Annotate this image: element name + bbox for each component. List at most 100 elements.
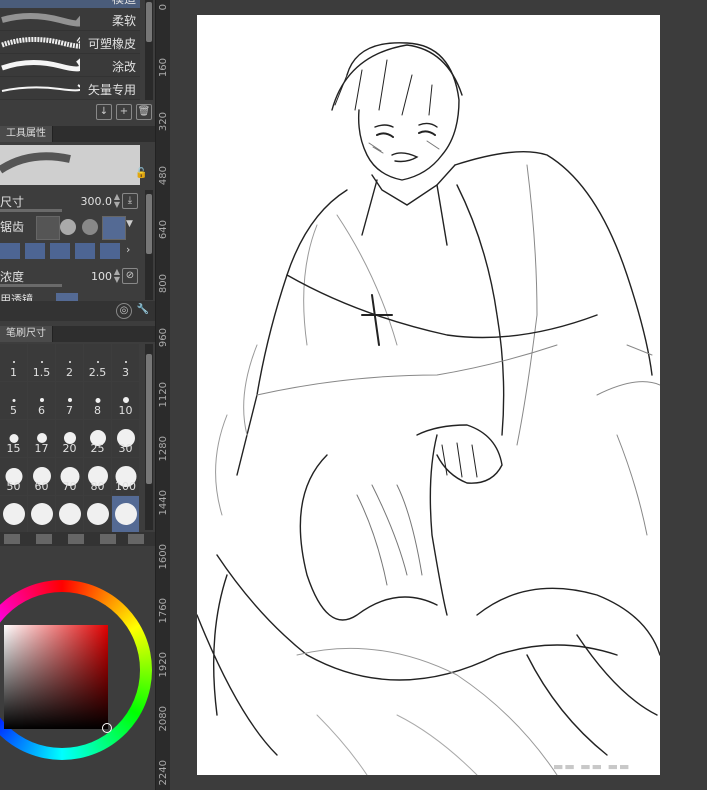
brush-size-cell[interactable]: 2 (56, 344, 83, 381)
import-icon[interactable]: ↓ (96, 104, 112, 120)
stabilizer-label: 用透镜 (0, 293, 33, 301)
chevron-down-icon[interactable]: ▼ (126, 219, 133, 229)
density-spinner-icon[interactable]: ▲ ▼ (114, 268, 120, 284)
size-dynamics-icon[interactable]: ⤓ (122, 193, 138, 209)
lock-icon[interactable]: 🔓 (135, 168, 147, 179)
brush-size-dot (68, 361, 71, 363)
size-spinner-icon[interactable]: ▲ ▼ (114, 193, 120, 209)
ruler-tick-label: 1120 (158, 382, 169, 408)
color-cursor[interactable] (102, 723, 112, 733)
brush-label: 涂改 (111, 60, 136, 74)
brush-size-cell[interactable]: 17 (28, 420, 55, 457)
brush-size-cell[interactable] (112, 496, 139, 533)
density-value[interactable]: 100 (91, 270, 112, 283)
drawing-canvas[interactable] (197, 15, 660, 775)
brush-size-cell[interactable]: 80 (84, 458, 111, 495)
brush-item-eraser[interactable]: 可塑橡皮 (0, 31, 140, 54)
ruler-tick-label: 1440 (158, 490, 169, 516)
ruler-tick-label: 800 (158, 274, 169, 294)
ruler-tick-label: 2080 (158, 706, 169, 732)
wrench-icon[interactable]: 🔧 (136, 303, 150, 317)
texture-swatch[interactable] (75, 243, 95, 259)
tool-property-footer: ◎ 🔧 (0, 301, 155, 321)
ruler-tick-label: 2240 (158, 760, 169, 786)
texture-swatch[interactable] (100, 243, 120, 259)
brush-size-cell[interactable] (84, 496, 111, 533)
navigator-icon[interactable] (68, 534, 84, 544)
brush-size-cell[interactable]: 60 (28, 458, 55, 495)
brush-label: 矢量专用 (87, 83, 136, 97)
texture-swatch[interactable] (25, 243, 45, 259)
brush-size-cell[interactable]: 8 (84, 382, 111, 419)
brush-item-correction[interactable]: 涂改 (0, 54, 140, 77)
brush-size-label: 8 (94, 404, 101, 417)
brush-size-cell[interactable]: 25 (84, 420, 111, 457)
antialias-weak-button[interactable] (60, 219, 76, 235)
brush-size-cell[interactable]: 15 (0, 420, 27, 457)
material-icon[interactable] (100, 534, 116, 544)
brush-size-cell[interactable]: 70 (56, 458, 83, 495)
brush-size-label: 10 (118, 404, 133, 417)
brush-size-cell[interactable]: 2.5 (84, 344, 111, 381)
vertical-ruler: 0 160 320 480 640 800 960 1120 1280 1440 1600 1760 1… (155, 0, 171, 790)
brush-size-dot (96, 361, 99, 363)
brush-size-label: 50 (6, 480, 21, 493)
texture-swatch[interactable] (50, 243, 70, 259)
brush-stroke-preview (1, 13, 80, 27)
ruler-tick-label: 1760 (158, 598, 169, 624)
brush-label: 可塑橡皮 (87, 37, 136, 51)
property-icon[interactable] (36, 534, 52, 544)
saturation-value-square[interactable] (4, 625, 108, 729)
panel-toolbar (0, 532, 155, 546)
brush-size-cell[interactable]: 10 (112, 382, 139, 419)
duplicate-icon[interactable]: + (116, 104, 132, 120)
brush-size-cell[interactable]: 1.5 (28, 344, 55, 381)
brush-size-label: 1 (10, 366, 17, 379)
brush-size-cell[interactable] (0, 496, 27, 533)
size-slider[interactable] (0, 209, 62, 212)
brush-size-cell[interactable]: 5 (0, 382, 27, 419)
brush-item-soft[interactable]: 柔软 (0, 8, 140, 31)
tab-brush-size[interactable]: 笔刷尺寸 (0, 326, 53, 342)
brush-size-dot (114, 503, 137, 525)
brush-size-cell[interactable]: 1 (0, 344, 27, 381)
ruler-tick-label: 480 (158, 166, 169, 186)
brush-size-dot (12, 398, 15, 402)
antialias-mid-button[interactable] (82, 219, 98, 235)
density-row[interactable]: 浓度 100 ▲ ▼ (0, 265, 140, 287)
density-dynamics-icon[interactable]: ⊘ (122, 268, 138, 284)
tool-property-scrollbar[interactable] (145, 190, 153, 300)
brush-size-cell[interactable]: 30 (112, 420, 139, 457)
texture-swatch[interactable] (0, 243, 20, 259)
chevron-right-icon[interactable]: › (126, 243, 130, 256)
trash-icon[interactable]: 🗑 (136, 104, 152, 120)
brush-size-cell[interactable] (56, 496, 83, 533)
size-row[interactable]: 尺寸 300.0 ▲ ▼ (0, 190, 140, 212)
stabilizer-row: 用透镜 (0, 289, 140, 301)
layer-icon[interactable] (4, 534, 20, 544)
brush-size-scrollbar[interactable] (145, 344, 153, 530)
ruler-tick-label: 320 (158, 112, 169, 132)
density-slider[interactable] (0, 284, 62, 287)
brush-list-scrollbar[interactable] (145, 0, 153, 100)
brush-size-cell[interactable]: 20 (56, 420, 83, 457)
brush-size-label: 2.5 (88, 366, 107, 379)
brush-size-cell[interactable]: 100 (112, 458, 139, 495)
settings-dial-icon[interactable]: ◎ (116, 303, 132, 319)
tab-tool-property[interactable]: 工具属性 (0, 126, 53, 142)
brush-stroke-preview (1, 58, 80, 72)
brush-stroke-preview (1, 37, 80, 49)
antialias-strong-button[interactable] (102, 216, 126, 240)
history-icon[interactable] (128, 534, 144, 544)
brush-size-cell[interactable] (28, 496, 55, 533)
color-wheel-panel (0, 575, 155, 790)
size-value[interactable]: 300.0 (81, 195, 113, 208)
brush-size-cell[interactable]: 50 (0, 458, 27, 495)
brush-size-label: 20 (62, 442, 77, 455)
antialias-none-button[interactable] (36, 216, 60, 240)
brush-size-cell[interactable]: 6 (28, 382, 55, 419)
brush-size-cell[interactable]: 3 (112, 344, 139, 381)
brush-size-dot (95, 397, 100, 403)
brush-size-cell[interactable]: 7 (56, 382, 83, 419)
brush-item-vector-only[interactable]: 矢量专用 (0, 77, 140, 100)
